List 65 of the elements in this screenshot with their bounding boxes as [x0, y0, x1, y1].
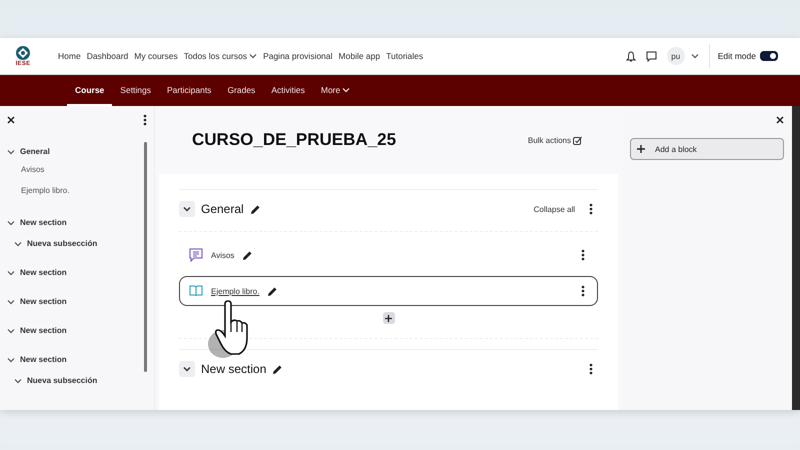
chevron-down-icon [342, 86, 350, 94]
nav-link[interactable]: Tutoriales [386, 51, 424, 61]
close-drawer-button[interactable] [7, 116, 15, 124]
course-tab[interactable]: Settings [112, 75, 160, 106]
section-collapse-button[interactable] [179, 361, 195, 377]
course-index-section[interactable]: New section [20, 326, 67, 335]
nav-link[interactable]: My courses [134, 51, 178, 61]
activity-menu-icon [581, 285, 585, 297]
chevron-down-icon [249, 52, 258, 60]
course-index-section[interactable]: Nueva subsección [27, 376, 98, 385]
course-index-section[interactable]: New section [20, 355, 67, 364]
logo-emblem-icon [15, 45, 31, 61]
close-icon [7, 116, 15, 124]
section-menu-icon [589, 203, 593, 215]
add-block-button[interactable]: Add a block [630, 138, 784, 160]
activity-link[interactable]: Ejemplo libro. [211, 286, 260, 296]
chevron-down-icon [182, 204, 192, 214]
nav-link[interactable]: Todos los cursos [184, 51, 258, 61]
edit-mode-toggle[interactable] [760, 51, 778, 61]
open-book-icon [189, 285, 203, 297]
activity-menu-icon [581, 249, 585, 261]
pencil-icon [272, 364, 284, 374]
pencil-icon [267, 286, 278, 296]
bulk-actions-button[interactable]: Bulk actions [522, 134, 588, 146]
section-title: General [201, 202, 244, 216]
course-index-section[interactable]: New section [20, 268, 67, 277]
pencil-icon [250, 204, 261, 214]
nav-link[interactable]: Home [58, 51, 81, 61]
checkbox-pencil-icon [573, 136, 582, 144]
nav-link[interactable]: Pagina provisional [263, 51, 333, 61]
course-index-section[interactable]: New section [20, 218, 67, 227]
kebab-menu-icon [143, 114, 147, 126]
section-collapse-button[interactable] [179, 201, 195, 217]
course-index-section[interactable]: General [20, 147, 50, 156]
bell-icon [626, 50, 636, 62]
user-avatar[interactable]: pu [666, 47, 685, 65]
close-icon [776, 116, 784, 124]
chevron-down-icon [182, 364, 192, 374]
add-activity-button[interactable] [382, 312, 394, 324]
chat-icon [646, 50, 657, 62]
course-tab[interactable]: More [312, 75, 358, 106]
section-menu-icon [589, 363, 593, 375]
course-index-section[interactable]: Nueva subsección [27, 239, 98, 248]
plus-icon [637, 145, 645, 153]
course-index-section[interactable]: New section [20, 297, 67, 306]
activity-link[interactable]: Avisos [211, 250, 234, 260]
scrollbar[interactable] [144, 142, 147, 372]
course-tab[interactable]: Grades [219, 75, 264, 106]
course-tab[interactable]: Participants [159, 75, 220, 106]
section-title: New section [201, 362, 266, 376]
course-tab[interactable]: Activities [263, 75, 313, 106]
speech-bubble-lines-icon [189, 248, 203, 262]
drawer-menu-button[interactable] [143, 114, 147, 126]
nav-link[interactable]: Dashboard [86, 51, 128, 61]
chevron-down-icon [690, 52, 699, 60]
activity-row[interactable]: Ejemplo libro. [179, 276, 598, 306]
edit-mode-label: Edit mode [718, 51, 756, 61]
nav-link[interactable]: Mobile app [338, 51, 380, 61]
plus-icon [385, 314, 392, 322]
activity-row[interactable]: Avisos [179, 240, 598, 270]
close-drawer-button[interactable] [776, 116, 784, 124]
pencil-icon [242, 250, 254, 260]
course-title: CURSO_DE_PRUEBA_25 [192, 130, 398, 150]
page-scrollbar[interactable] [792, 106, 800, 410]
collapse-all-link[interactable]: Collapse all [534, 204, 575, 214]
